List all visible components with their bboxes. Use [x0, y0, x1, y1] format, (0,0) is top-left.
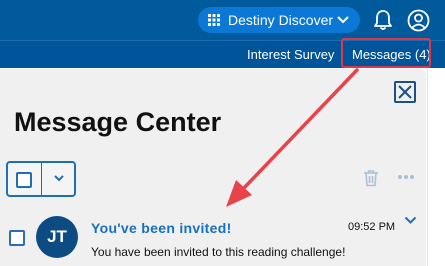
message-checkbox[interactable]: [9, 230, 25, 246]
avatar: JT: [36, 216, 78, 258]
messages-highlight-box: [341, 38, 431, 68]
chevron-down-icon: [337, 16, 349, 24]
trash-icon[interactable]: [362, 169, 380, 187]
app-switcher-button[interactable]: Destiny Discover: [198, 7, 360, 33]
top-bar: Destiny Discover: [0, 0, 445, 40]
nav-interest-survey-link[interactable]: Interest Survey: [247, 47, 334, 62]
chevron-down-icon[interactable]: [53, 174, 65, 184]
message-time: 09:52 PM: [348, 221, 396, 233]
app-switcher-label: Destiny Discover: [228, 12, 334, 28]
close-icon: [398, 85, 412, 99]
chevron-down-icon[interactable]: [404, 216, 417, 225]
message-title-link[interactable]: You've been invited!: [91, 220, 232, 236]
select-all-dropdown[interactable]: [6, 161, 76, 197]
user-icon[interactable]: [407, 9, 430, 32]
scrollbar[interactable]: [427, 69, 445, 266]
bell-icon[interactable]: [372, 9, 394, 31]
select-all-checkbox[interactable]: [16, 172, 32, 188]
page-title: Message Center: [14, 107, 222, 137]
grid-icon: [208, 14, 220, 26]
dropdown-divider: [41, 163, 42, 195]
message-preview: You have been invited to this reading ch…: [91, 245, 346, 259]
more-icon[interactable]: [397, 172, 415, 182]
close-button[interactable]: [394, 81, 416, 103]
